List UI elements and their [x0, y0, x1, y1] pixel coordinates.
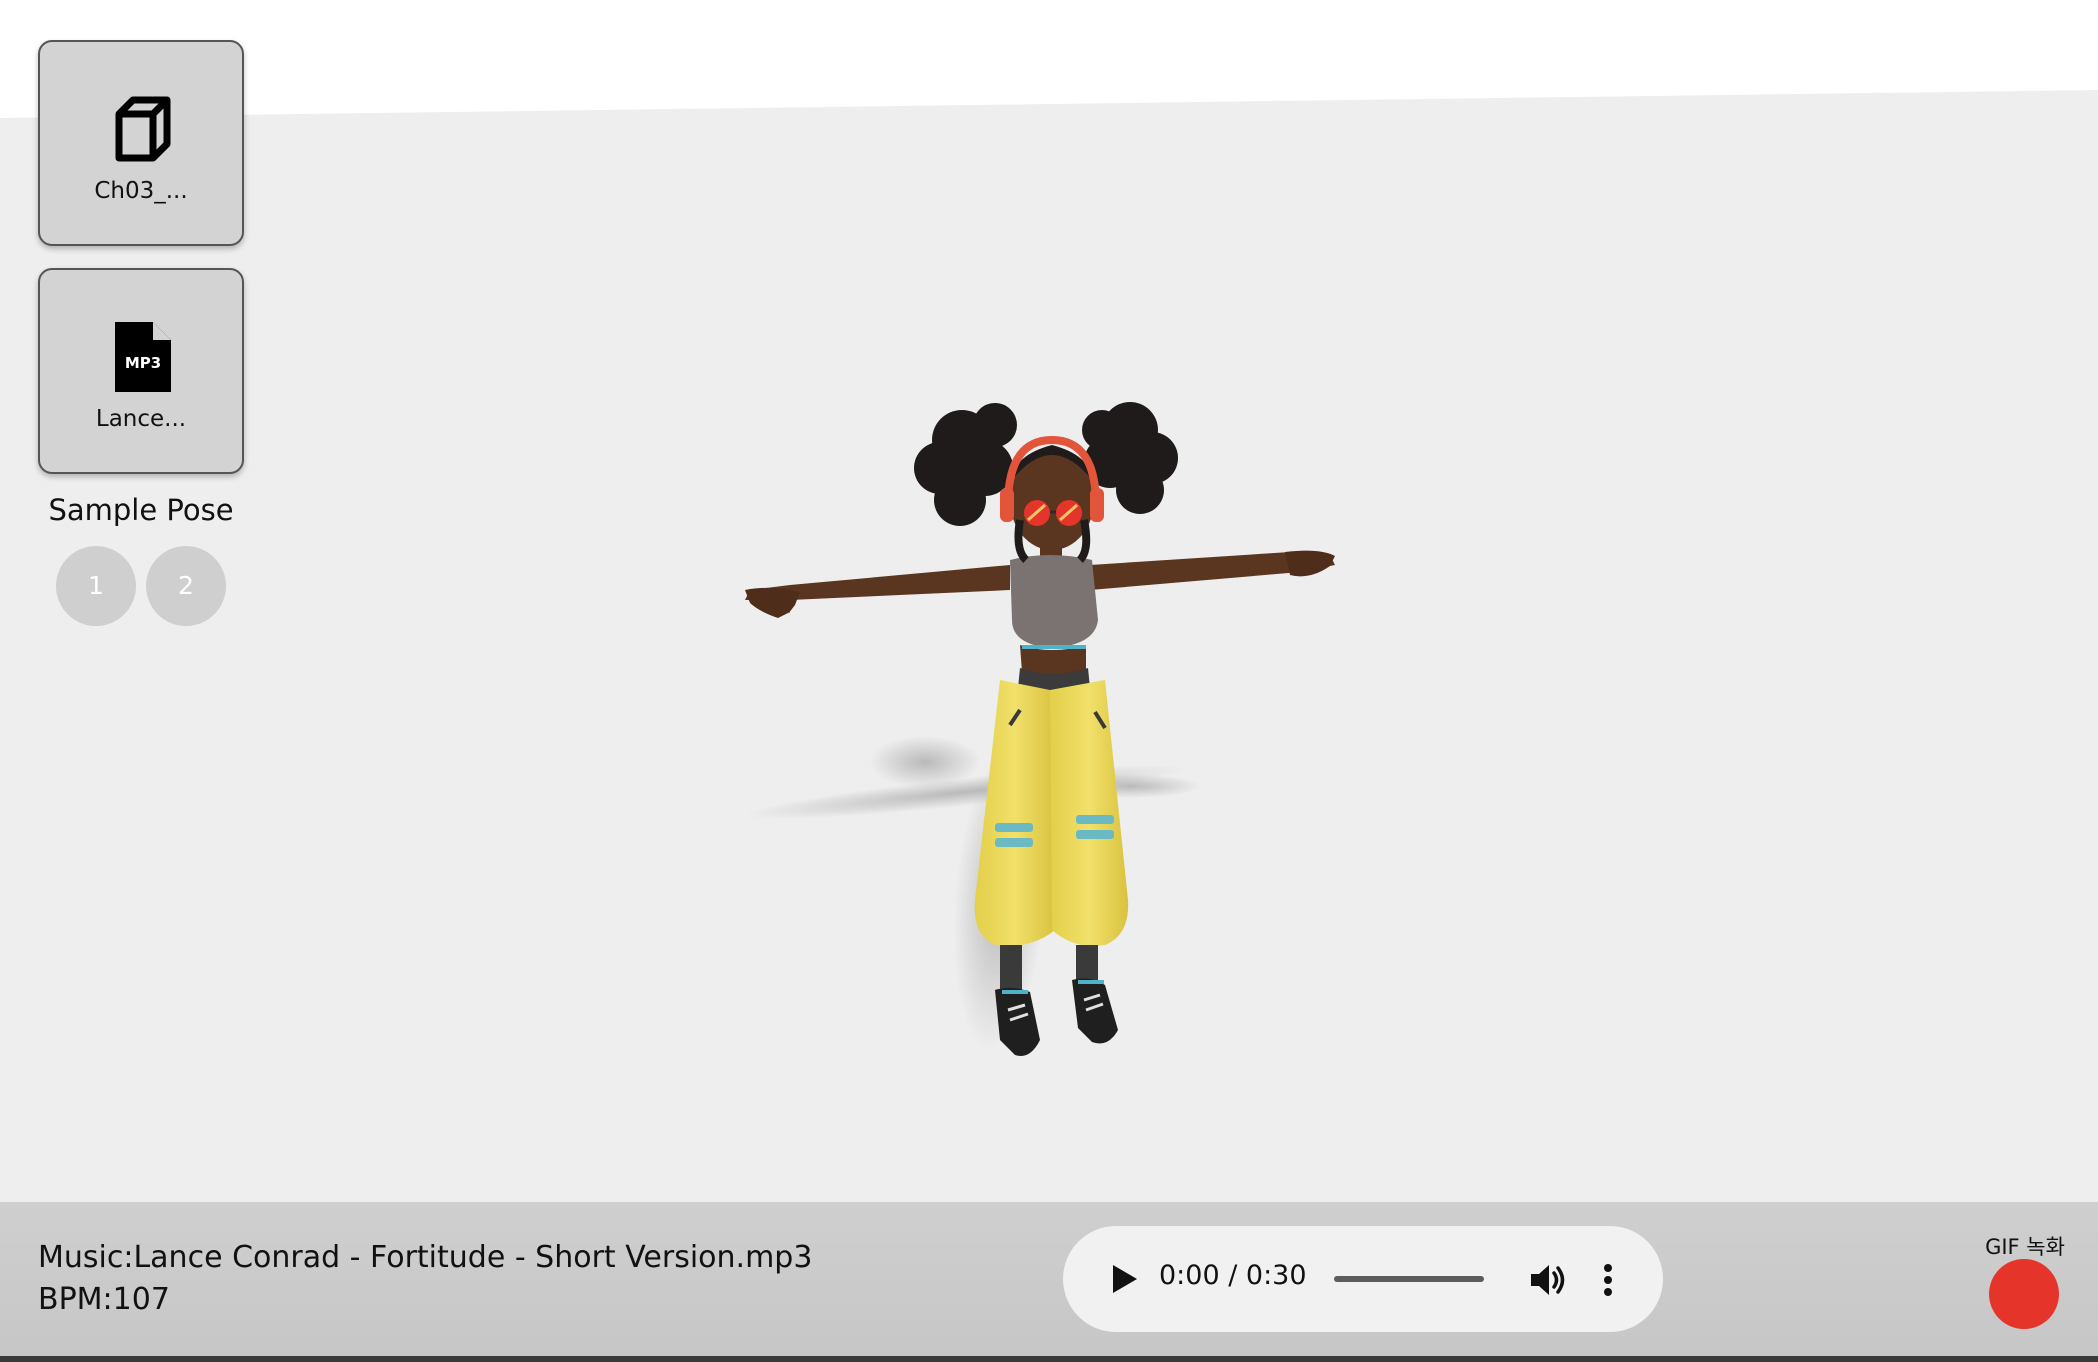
bpm-text: BPM:107 — [38, 1282, 170, 1317]
progress-slider[interactable] — [1334, 1276, 1484, 1282]
gif-record-label: GIF 녹화 — [1985, 1235, 2065, 1259]
scene-canvas[interactable] — [0, 0, 2098, 1202]
music-name-text: Music:Lance Conrad - Fortitude - Short V… — [38, 1240, 813, 1275]
music-info: Music:Lance Conrad - Fortitude - Short V… — [38, 1237, 812, 1321]
volume-icon[interactable] — [1527, 1260, 1567, 1300]
3d-viewport[interactable] — [0, 0, 2098, 1202]
time-display: 0:00 / 0:30 — [1159, 1260, 1307, 1291]
bottom-bar-edge — [0, 1356, 2098, 1362]
mp3-file-icon: MP3 — [115, 322, 171, 392]
audio-player: 0:00 / 0:30 — [1063, 1226, 1663, 1332]
model-file-label: Ch03_... — [94, 178, 188, 204]
record-icon[interactable] — [1989, 1259, 2059, 1329]
cube-icon — [115, 96, 171, 162]
music-file-label: Lance... — [95, 406, 187, 432]
sample-pose-title: Sample Pose — [48, 493, 234, 527]
play-icon[interactable] — [1103, 1259, 1143, 1299]
pose-button-2[interactable]: 2 — [146, 546, 226, 626]
pose-button-1[interactable]: 1 — [56, 546, 136, 626]
music-file-tile[interactable]: MP3 Lance... — [38, 268, 244, 474]
model-file-tile[interactable]: Ch03_... — [38, 40, 244, 246]
mp3-icon-text: MP3 — [125, 354, 161, 372]
app-window: Ch03_... MP3 Lance... Sample Pose 1 2 Mu… — [0, 0, 2098, 1362]
more-vertical-icon[interactable] — [1598, 1260, 1618, 1300]
